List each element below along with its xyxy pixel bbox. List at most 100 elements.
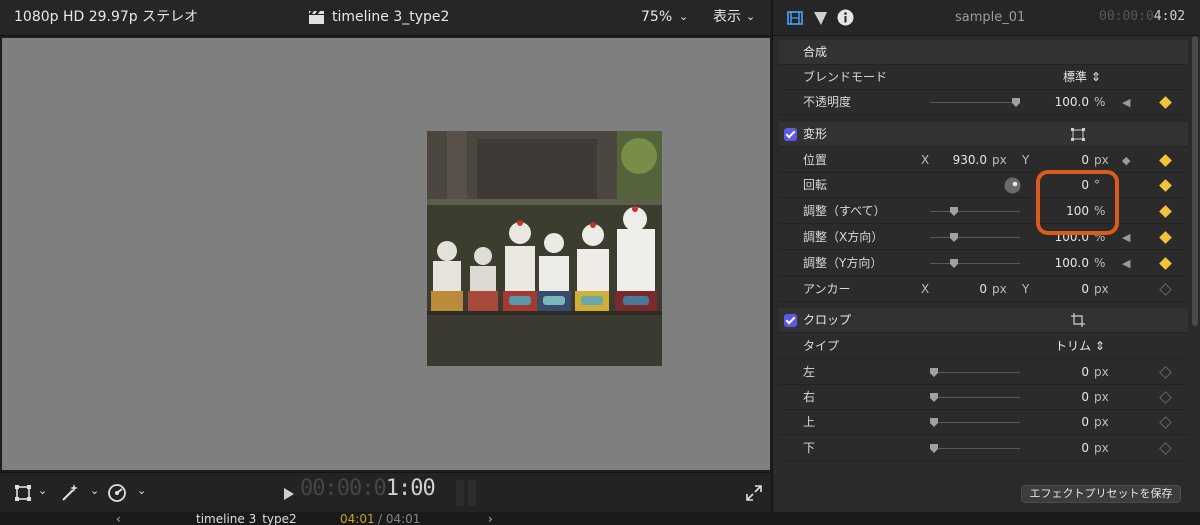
slider-knob[interactable] [930, 418, 938, 427]
play-icon[interactable] [284, 488, 294, 500]
scale-y-value[interactable]: 100.0 [1041, 251, 1089, 276]
keyframe-diamond-icon[interactable] [1159, 205, 1172, 218]
chevron-down-icon[interactable]: ⌄ [137, 484, 146, 497]
forward-arrow-icon[interactable]: › [488, 513, 493, 525]
video-inspector-icon[interactable] [787, 10, 803, 26]
crop-bottom-slider[interactable] [930, 444, 1020, 453]
opacity-slider[interactable] [930, 98, 1020, 107]
keyframe-nav-icon[interactable]: ◆︎ [1122, 154, 1130, 167]
keyframe-diamond-icon[interactable] [1159, 231, 1172, 244]
rotation-label: 回転 [803, 178, 828, 192]
view-menu-button[interactable]: 表示 [713, 0, 741, 36]
playhead-timecode[interactable]: 00:00:01:00 [300, 476, 436, 501]
keyframe-diamond-icon[interactable] [1159, 179, 1172, 192]
crop-top-unit: px [1094, 415, 1109, 429]
zoom-level-popup[interactable]: 75% [641, 0, 672, 36]
compositing-section-header[interactable]: 合成 [779, 40, 1188, 65]
fullscreen-icon[interactable] [746, 485, 762, 501]
crop-top-row: 上 0 px [779, 410, 1188, 435]
crop-left-value[interactable]: 0 [1041, 360, 1089, 385]
position-y-label: Y [1022, 153, 1030, 167]
info-icon[interactable] [837, 9, 854, 26]
anchor-y-value[interactable]: 0 [1041, 277, 1089, 302]
keyframe-diamond-icon[interactable] [1159, 154, 1172, 167]
chevron-down-icon[interactable]: ⌄ [679, 0, 688, 36]
anchor-row: アンカー X 0 px Y 0 px [779, 277, 1188, 302]
save-effects-preset-button[interactable]: エフェクトプリセットを保存 [1021, 485, 1181, 503]
timeline-header-strip: ‹ timeline 3_type2 04:01 / 04:01 › [0, 512, 1200, 525]
crop-type-popup[interactable]: トリム ⇕ [1055, 334, 1105, 359]
slider-knob[interactable] [1012, 98, 1020, 107]
keyframe-diamond-icon[interactable] [1159, 257, 1172, 270]
magic-wand-icon[interactable] [60, 483, 80, 503]
anchor-y-unit: px [1094, 282, 1109, 296]
position-x-value[interactable]: 930.0 [939, 148, 987, 173]
format-info: 1080p HD 29.97p ステレオ [14, 9, 199, 25]
anchor-x-unit: px [992, 282, 1007, 296]
scale-y-label: 調整（Y方向） [803, 256, 883, 270]
keyframe-diamond-icon[interactable] [1159, 416, 1172, 429]
keyframe-diamond-icon[interactable] [1159, 366, 1172, 379]
chevron-down-icon[interactable]: ⌄ [90, 484, 99, 497]
rotation-dial-icon[interactable] [1004, 177, 1021, 194]
crop-left-unit: px [1094, 365, 1109, 379]
slider-knob[interactable] [930, 368, 938, 377]
clapperboard-icon [309, 11, 324, 24]
crop-right-unit: px [1094, 390, 1109, 404]
keyframe-diamond-icon[interactable] [1159, 96, 1172, 109]
highlight-annotation [1036, 170, 1119, 235]
slider-knob[interactable] [950, 233, 958, 242]
transform-onscreen-control-icon[interactable] [1071, 128, 1085, 141]
keyframe-nav-icon[interactable]: ◀︎ [1122, 96, 1130, 109]
chevron-down-icon[interactable]: ⌄ [746, 0, 755, 36]
scale-all-label: 調整（すべて） [803, 204, 886, 218]
crop-right-slider[interactable] [930, 393, 1020, 402]
inspector-scrollbar[interactable] [1192, 36, 1198, 326]
back-arrow-icon[interactable]: ‹ [116, 513, 121, 525]
speed-gauge-icon[interactable] [107, 483, 127, 503]
inspector-panel: sample_01 00:00:04:02 合成 ブレンドモード 標準 ⇕ 不透… [772, 0, 1200, 512]
viewer-toolbar: 1080p HD 29.97p ステレオ timeline 3_type2 75… [0, 0, 770, 36]
crop-right-row: 右 0 px [779, 385, 1188, 410]
opacity-row: 不透明度 100.0 % ◀︎ [779, 90, 1188, 115]
crop-type-label: タイプ [803, 339, 840, 353]
crop-left-slider[interactable] [930, 368, 1020, 377]
crop-top-slider[interactable] [930, 418, 1020, 427]
scale-y-slider[interactable] [930, 259, 1020, 268]
duration-bright: 4:02 [1153, 9, 1186, 24]
viewer-canvas[interactable] [2, 38, 770, 470]
keyframe-nav-icon[interactable]: ◀︎ [1122, 231, 1130, 244]
keyframe-diamond-icon[interactable] [1159, 391, 1172, 404]
crop-label: クロップ [803, 313, 852, 327]
slider-knob[interactable] [930, 393, 938, 402]
position-x-label: X [921, 153, 930, 167]
anchor-x-value[interactable]: 0 [939, 277, 987, 302]
clip-image [427, 131, 662, 366]
crop-top-value[interactable]: 0 [1041, 410, 1089, 435]
keyframe-diamond-icon[interactable] [1159, 283, 1172, 296]
blend-mode-popup[interactable]: 標準 ⇕ [1063, 65, 1101, 90]
anchor-label: アンカー [803, 282, 851, 296]
position-x-unit: px [992, 153, 1007, 167]
crop-section-header[interactable]: クロップ [779, 308, 1188, 333]
crop-onscreen-control-icon[interactable] [1071, 313, 1085, 327]
slider-knob[interactable] [930, 444, 938, 453]
audio-meter [456, 480, 478, 506]
crop-bottom-value[interactable]: 0 [1041, 436, 1089, 461]
opacity-value[interactable]: 100.0 [1041, 90, 1089, 115]
keyframe-diamond-icon[interactable] [1159, 442, 1172, 455]
transform-tool-icon[interactable] [14, 484, 32, 502]
timeline-name[interactable]: timeline 3_type2 [196, 513, 297, 525]
scale-all-slider[interactable] [930, 207, 1020, 216]
crop-right-value[interactable]: 0 [1041, 385, 1089, 410]
transform-checkbox[interactable] [784, 128, 797, 141]
slider-knob[interactable] [950, 259, 958, 268]
chevron-down-icon[interactable]: ⌄ [38, 484, 47, 497]
blend-mode-row: ブレンドモード 標準 ⇕ [779, 65, 1188, 90]
scale-x-slider[interactable] [930, 233, 1020, 242]
crop-checkbox[interactable] [784, 314, 797, 327]
color-inspector-icon[interactable] [813, 10, 828, 26]
transform-section-header[interactable]: 変形 [779, 122, 1188, 147]
keyframe-nav-icon[interactable]: ◀︎ [1122, 257, 1130, 270]
slider-knob[interactable] [950, 207, 958, 216]
